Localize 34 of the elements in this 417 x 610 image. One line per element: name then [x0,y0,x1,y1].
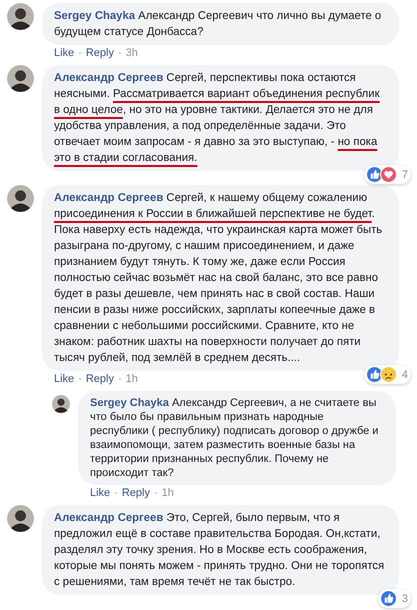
author-link[interactable]: Александр Сергеев [54,192,164,204]
sad-face-icon [380,366,397,383]
action-link[interactable]: Reply [122,487,150,499]
author-link[interactable]: Александр Сергеев [54,512,164,524]
comment-time: 1h [162,487,174,499]
avatar[interactable] [7,185,34,212]
separator-dot: · [118,373,122,385]
comment-text: Александр Сергеев Сергей, перспективы пока остаются неясными. Рассматривается вариант объединения республик в одно целое, но это на уровне тактики. Делается это не для удобства управления, а под определённые задачи. Это отвечает моим запросам - я давно за это выступаю, - но пока это в стадии согласования. [54,71,381,166]
author-link[interactable]: Sergey Chayka [90,397,169,409]
separator-dot: · [78,47,82,59]
action-link[interactable]: Reply [86,373,114,385]
comment-text: Александр Сергеев Сергей, к нашему общему сожалению присоединения к России в ближайшей перспективе не будет. Пока наверху есть надежда, что украинская карта может быть разыграна по-другому, с нашим присоединением, и даже признанием будут тянуть. К тому же, даже если Россия полностью сейчас возьмёт нас на свой баланс, это все равно будет в разы дешевле, чем принять нас в свой состав. Наши пенсии в разы ниже российских, зарплаты копеечные даже в сравнении с небольшими российскими. Сравните, кто не знаком: работник шахты на поверхности получает до пяти тысяч рублей, под землёй в среднем десять.... [54,191,384,366]
comment-text: Sergey Chayka Александр Сергеевич, а не считаете вы что было бы правильным признать народные республики ( республику) подписать договор о дружбе и взаимопомощи, затем разместить военные базы на территории признанных республик. Почему не происходит так? [90,396,380,480]
avatar[interactable] [7,505,34,532]
action-link[interactable]: Like [54,373,74,385]
separator-dot: · [154,487,158,499]
like-icon [366,366,383,383]
action-link[interactable]: Like [90,487,110,499]
separator-dot: · [78,373,82,385]
comment-time: 3h [126,47,138,59]
separator-dot: · [118,47,122,59]
avatar[interactable] [7,3,34,30]
action-link[interactable]: Reply [86,47,114,59]
avatar[interactable] [7,65,34,92]
separator-dot: · [114,487,118,499]
author-link[interactable]: Александр Сергеев [54,72,164,84]
comment-text: Александр Сергеев Это, Сергей, было первым, что я предложил ещё в составе правительства Бородая. Он,кстати, разделял эту точку зрения. Но в Москве есть соображения, которые мы понять можем - принять трудно. Они не торопятся с решениями, там время течёт не так быстро. [54,511,386,590]
comment-time: 1h [126,373,138,385]
author-link[interactable]: Sergey Chayka [54,10,136,22]
avatar[interactable] [52,395,70,413]
like-icon [366,166,383,183]
like-icon [380,590,397,607]
action-link[interactable]: Like [54,47,74,59]
comment-text: Sergey Chayka Александр Сергеевич что лично вы думаете о будущем статусе Донбасса? [54,9,382,40]
